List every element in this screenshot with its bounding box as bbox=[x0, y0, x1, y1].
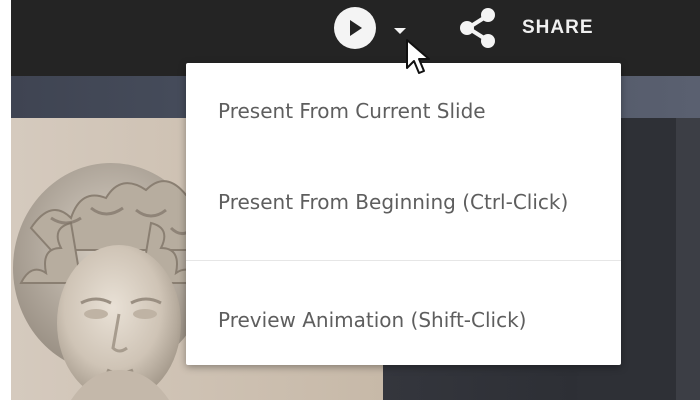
menu-divider bbox=[186, 260, 621, 261]
share-button[interactable]: SHARE bbox=[458, 6, 594, 50]
menu-item-present-beginning[interactable]: Present From Beginning (Ctrl-Click) bbox=[186, 172, 621, 232]
menu-item-label: Present From Current Slide bbox=[218, 99, 486, 123]
share-icon bbox=[460, 8, 495, 48]
play-icon bbox=[350, 20, 362, 36]
share-label: SHARE bbox=[522, 17, 594, 38]
present-options-dropdown[interactable] bbox=[392, 22, 408, 34]
menu-item-label: Present From Beginning (Ctrl-Click) bbox=[218, 190, 569, 214]
menu-item-present-current[interactable]: Present From Current Slide bbox=[186, 81, 621, 141]
left-gutter bbox=[0, 0, 11, 400]
presentation-editor: SHARE Present From Current Slide Present… bbox=[0, 0, 700, 400]
caret-down-icon bbox=[394, 28, 406, 34]
play-button[interactable] bbox=[334, 7, 376, 49]
present-options-menu: Present From Current Slide Present From … bbox=[186, 63, 621, 365]
menu-item-label: Preview Animation (Shift-Click) bbox=[218, 308, 527, 332]
slide-right-panel-edge bbox=[676, 118, 700, 400]
menu-item-preview-animation[interactable]: Preview Animation (Shift-Click) bbox=[186, 290, 621, 350]
